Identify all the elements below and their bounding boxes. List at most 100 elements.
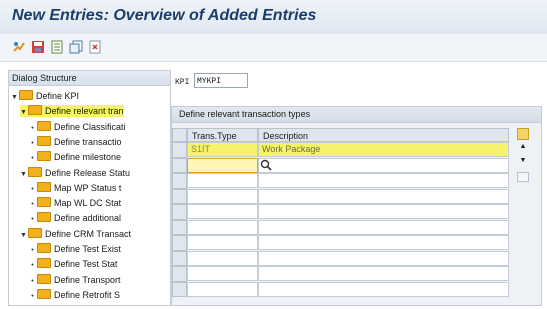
- tree-node[interactable]: • Map WL DC Stat: [29, 197, 121, 209]
- tree-node[interactable]: • Define milestone: [29, 151, 121, 163]
- leaf-bullet-icon: •: [31, 292, 34, 300]
- trans-type-cell[interactable]: [187, 219, 258, 235]
- trans-type-cell[interactable]: S1IT: [187, 142, 258, 157]
- tree-header: Dialog Structure: [9, 71, 170, 86]
- tree-node[interactable]: ▼ Define KPI: [11, 90, 79, 102]
- folder-icon: [37, 288, 51, 299]
- tree-node-label: Define additional: [54, 213, 122, 224]
- folder-icon: [37, 135, 51, 146]
- scroll-up-arrow[interactable]: ▲: [517, 142, 529, 154]
- leaf-bullet-icon: •: [31, 185, 34, 193]
- tree-node[interactable]: ▼ Define CRM Transact: [20, 227, 131, 242]
- row-selector[interactable]: [172, 266, 187, 282]
- tree-node[interactable]: • Define Retrofit S: [29, 288, 121, 301]
- scroll-thumb[interactable]: [517, 172, 529, 182]
- tree-node-label: Define Test Stat: [54, 259, 118, 270]
- trans-type-cell[interactable]: [187, 157, 258, 173]
- leaf-bullet-icon: •: [31, 124, 34, 132]
- tree-node-label: Define Transport: [54, 274, 121, 285]
- row-selector[interactable]: [172, 188, 187, 204]
- row-selector[interactable]: [172, 142, 187, 158]
- tree-node-label: Define Release Statu: [45, 167, 131, 178]
- description-cell[interactable]: [258, 204, 509, 219]
- window-title: New Entries: Overview of Added Entries: [12, 7, 317, 24]
- description-cell[interactable]: [258, 235, 509, 250]
- row-selector[interactable]: [172, 250, 187, 266]
- new-entries-icon[interactable]: [50, 40, 64, 54]
- leaf-bullet-icon: •: [31, 201, 34, 209]
- scroll-down-arrow[interactable]: ▼: [517, 156, 529, 168]
- collapse-arrow-icon[interactable]: ▼: [20, 230, 27, 242]
- description-cell[interactable]: [258, 173, 509, 188]
- trans-type-cell[interactable]: [187, 204, 258, 219]
- save-icon[interactable]: [31, 40, 45, 54]
- row-selector[interactable]: [172, 235, 187, 251]
- tree-node-label: Define relevant tran: [45, 106, 124, 117]
- column-settings-icon[interactable]: [517, 128, 529, 140]
- folder-icon: [37, 151, 51, 162]
- trans-type-cell[interactable]: [187, 281, 258, 297]
- tree-node[interactable]: • Define additional: [29, 212, 121, 224]
- table-scrollbar[interactable]: ▲ ▼: [517, 128, 529, 304]
- collapse-arrow-icon[interactable]: ▼: [20, 107, 27, 119]
- application-toolbar: [0, 34, 547, 62]
- row-selector[interactable]: [172, 219, 187, 235]
- description-cell[interactable]: [258, 219, 509, 235]
- leaf-bullet-icon: •: [31, 139, 34, 147]
- row-selector[interactable]: [172, 173, 187, 189]
- tree-node-label: Define Retrofit S: [54, 289, 121, 300]
- select-all-corner[interactable]: [172, 128, 187, 142]
- tree-node[interactable]: ▼ Define relevant tran: [20, 105, 124, 119]
- tree-node[interactable]: • Map WP Status t: [29, 181, 122, 194]
- tree-node[interactable]: • Define Test Exist: [29, 243, 121, 255]
- tree-node-label: Define transactio: [54, 136, 122, 147]
- folder-icon: [37, 273, 51, 284]
- row-selector[interactable]: [172, 157, 187, 173]
- tree-node[interactable]: ▼ Define Release Statu: [20, 166, 131, 181]
- trans-type-cell[interactable]: [187, 250, 258, 266]
- folder-icon: [37, 197, 51, 208]
- collapse-arrow-icon[interactable]: ▼: [11, 92, 18, 104]
- description-cell[interactable]: [258, 281, 509, 297]
- folder-icon: [37, 258, 51, 269]
- description-cell[interactable]: Work Package: [258, 142, 509, 157]
- tree-node[interactable]: • Define Test Stat: [29, 258, 117, 270]
- window-title-bar: New Entries: Overview of Added Entries: [0, 0, 547, 34]
- column-header-trans-type[interactable]: Trans.Type: [187, 128, 258, 142]
- description-cell[interactable]: [258, 250, 509, 266]
- column-header-description[interactable]: Description: [258, 128, 509, 142]
- leaf-bullet-icon: •: [31, 247, 34, 254]
- folder-icon: [37, 181, 51, 192]
- collapse-arrow-icon[interactable]: ▼: [20, 169, 27, 181]
- display-change-icon[interactable]: [12, 40, 26, 54]
- tree-node-label: Define Test Exist: [54, 244, 121, 254]
- row-selector[interactable]: [172, 281, 187, 297]
- trans-type-cell[interactable]: [187, 188, 258, 204]
- copy-icon[interactable]: [69, 40, 83, 54]
- tree-node[interactable]: • Define Transport: [29, 273, 121, 286]
- trans-type-cell[interactable]: [187, 235, 258, 250]
- tree-node-label: Map WP Status t: [54, 182, 122, 193]
- delete-icon[interactable]: [88, 40, 102, 54]
- folder-icon: [37, 120, 51, 131]
- tree-node-label: Define milestone: [54, 152, 122, 163]
- tree-node[interactable]: • Define Classificati: [29, 120, 126, 133]
- row-selector[interactable]: [172, 204, 187, 220]
- description-cell[interactable]: [258, 266, 509, 281]
- folder-icon: [28, 166, 42, 177]
- leaf-bullet-icon: •: [31, 262, 34, 270]
- kpi-field[interactable]: MYKPI: [194, 73, 248, 88]
- trans-type-cell[interactable]: [187, 266, 258, 281]
- description-cell[interactable]: [258, 157, 509, 173]
- kpi-label: KPI: [175, 78, 190, 87]
- leaf-bullet-icon: •: [31, 155, 34, 163]
- description-cell[interactable]: [258, 188, 509, 204]
- value-help-icon[interactable]: [260, 159, 272, 171]
- dialog-structure-tree: Dialog Structure ▼ Define KPI ▼ Define rele…: [8, 70, 171, 306]
- tree-node-label: Define Classificati: [54, 121, 126, 132]
- folder-icon: [28, 227, 42, 238]
- tree-node[interactable]: • Define transactio: [29, 135, 122, 148]
- leaf-bullet-icon: •: [31, 216, 34, 224]
- trans-type-cell[interactable]: [187, 173, 258, 188]
- transaction-types-panel: Define relevant transaction types Trans.…: [171, 106, 542, 306]
